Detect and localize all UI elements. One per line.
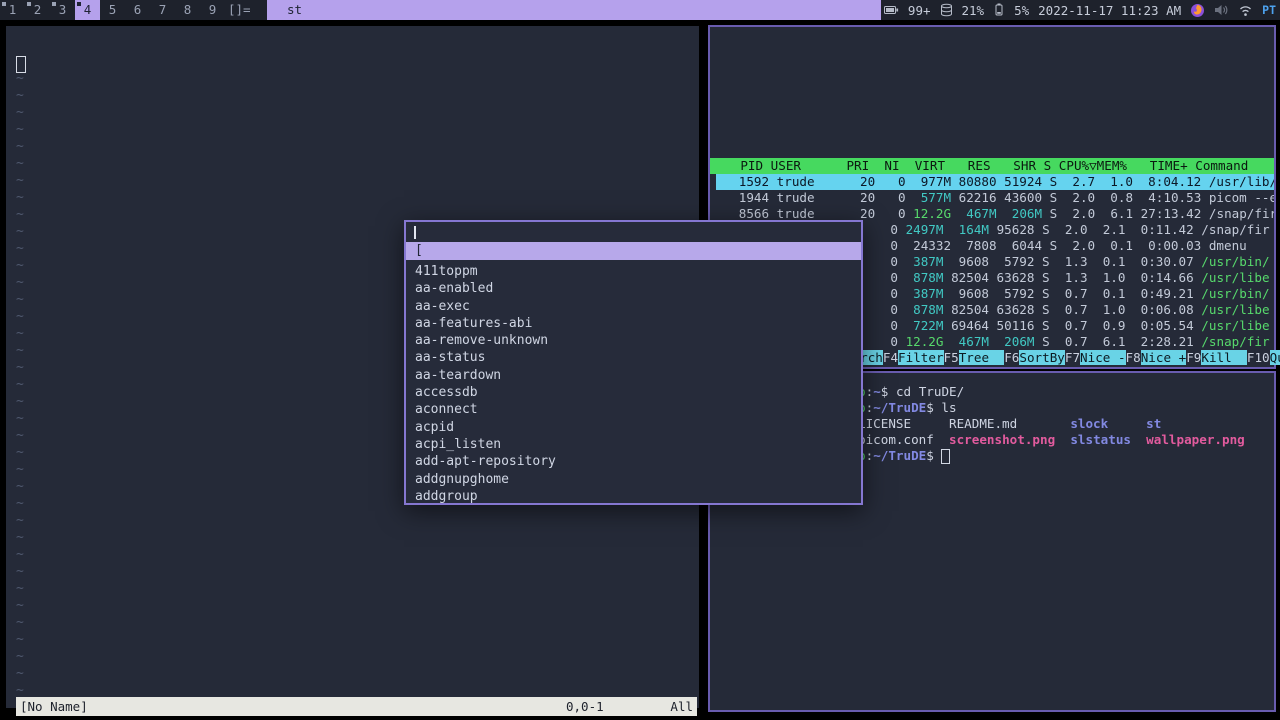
tag-label: 1: [8, 2, 17, 17]
tag-label: 4: [83, 2, 92, 17]
tag-3[interactable]: 3: [50, 0, 75, 20]
vim-empty-buffer-tildes: ~ ~ ~ ~ ~ ~ ~ ~ ~ ~ ~ ~ ~ ~ ~ ~ ~ ~ ~ ~ …: [16, 71, 24, 698]
disk-percent: 21%: [961, 2, 985, 18]
dwm-status-bar: 1 2 3 4 5 6 7 8 9 []= st 99+ 21% 5% 2022…: [0, 0, 1280, 20]
desktop: 1 2 3 4 5 6 7 8 9 []= st 99+ 21% 5% 2022…: [0, 0, 1280, 720]
launcher-item[interactable]: addgroup: [406, 488, 861, 505]
tag-label: 7: [158, 2, 167, 17]
launcher-item[interactable]: aconnect: [406, 401, 861, 418]
battery-percent: 99+: [907, 2, 931, 18]
tag-7[interactable]: 7: [150, 0, 175, 20]
keyboard-layout-indicator[interactable]: PT: [1262, 3, 1278, 17]
volume-tray-icon[interactable]: [1214, 3, 1229, 17]
tag-label: 9: [208, 2, 217, 17]
tag-label: 2: [33, 2, 42, 17]
htop-summary: Tasks: 116, 459 thr; 1 running Load aver…: [966, 46, 1266, 62]
memory-percent: 5%: [1014, 2, 1030, 18]
battery-icon: [883, 6, 899, 14]
launcher-item[interactable]: accessdb: [406, 384, 861, 401]
layout-symbol[interactable]: []=: [228, 0, 251, 20]
tag-4-selected[interactable]: 4: [75, 0, 100, 20]
vim-filename: [No Name]: [20, 699, 88, 714]
tag-9[interactable]: 9: [200, 0, 225, 20]
tag-label: 6: [133, 2, 142, 17]
text-caret: [414, 226, 416, 239]
tag-client-indicator: [77, 2, 81, 6]
htop-meters: 0[|| 2.7%] 1[|| 2.7%] 2[|| 3.3%] 3[|| 2.…: [724, 46, 974, 62]
launcher-item[interactable]: aa-status: [406, 349, 861, 366]
shell-prompt-line[interactable]: p:~/TruDE$: [858, 448, 951, 464]
tag-5[interactable]: 5: [100, 0, 125, 20]
shell-command-line: p:~/TruDE$ ls: [858, 400, 957, 415]
launcher-item[interactable]: aa-teardown: [406, 367, 861, 384]
tag-client-indicator: [52, 2, 56, 6]
process-table-header[interactable]: PID USER PRI NI VIRT RES SHR S CPU%▽MEM%…: [710, 158, 1274, 174]
wifi-tray-icon[interactable]: [1238, 4, 1253, 17]
ls-output-line: LICENSE README.md slock st: [858, 416, 1162, 431]
memory-icon: [995, 3, 1003, 16]
process-row-selected[interactable]: 1592 trude 20 0 977M 80880 51924 S 2.7 1…: [710, 174, 1274, 190]
tag-2[interactable]: 2: [25, 0, 50, 20]
tag-8[interactable]: 8: [175, 0, 200, 20]
launcher-item[interactable]: acpi_listen: [406, 436, 861, 453]
launcher-item[interactable]: aa-features-abi: [406, 315, 861, 332]
launcher-item[interactable]: 411toppm: [406, 263, 861, 280]
tag-client-indicator: [2, 2, 6, 6]
disk-icon: [940, 3, 952, 17]
launcher-item[interactable]: aa-remove-unknown: [406, 332, 861, 349]
launcher-input[interactable]: [406, 222, 861, 241]
status-area: 99+ 21% 5% 2022-11-17 11:23 AM PT: [883, 0, 1278, 20]
launcher-selected-item[interactable]: [: [406, 242, 861, 260]
process-row[interactable]: 1944 trude 20 0 577M 62216 43600 S 2.0 0…: [710, 190, 1274, 206]
tag-label: 8: [183, 2, 192, 17]
vim-cursor-position: 0,0-1: [566, 699, 604, 714]
shell-command-line: p:~$ cd TruDE/: [858, 384, 965, 399]
app-launcher-popup[interactable]: [ 411toppm aa-enabled aa-exec aa-features-a…: [404, 220, 863, 505]
launcher-item[interactable]: addgnupghome: [406, 471, 861, 488]
tag-label: 3: [58, 2, 67, 17]
launcher-item[interactable]: add-apt-repository: [406, 453, 861, 470]
launcher-item[interactable]: acpid: [406, 419, 861, 436]
tag-client-indicator: [27, 2, 31, 6]
focused-window-title: st: [267, 0, 881, 20]
tag-6[interactable]: 6: [125, 0, 150, 20]
firefox-tray-icon[interactable]: [1190, 3, 1205, 18]
clock: 2022-11-17 11:23 AM: [1038, 2, 1182, 18]
vim-statusline: [No Name] 0,0-1 All: [16, 697, 697, 716]
launcher-item[interactable]: aa-exec: [406, 298, 861, 315]
vim-scroll-indicator: All: [670, 699, 693, 714]
launcher-item[interactable]: aa-enabled: [406, 280, 861, 297]
ls-output-line: picom.conf screenshot.png slstatus wallp…: [858, 432, 1245, 447]
tag-label: 5: [108, 2, 117, 17]
launcher-item-list: 411toppm aa-enabled aa-exec aa-features-abi…: [406, 263, 861, 505]
tag-1[interactable]: 1: [0, 0, 25, 20]
